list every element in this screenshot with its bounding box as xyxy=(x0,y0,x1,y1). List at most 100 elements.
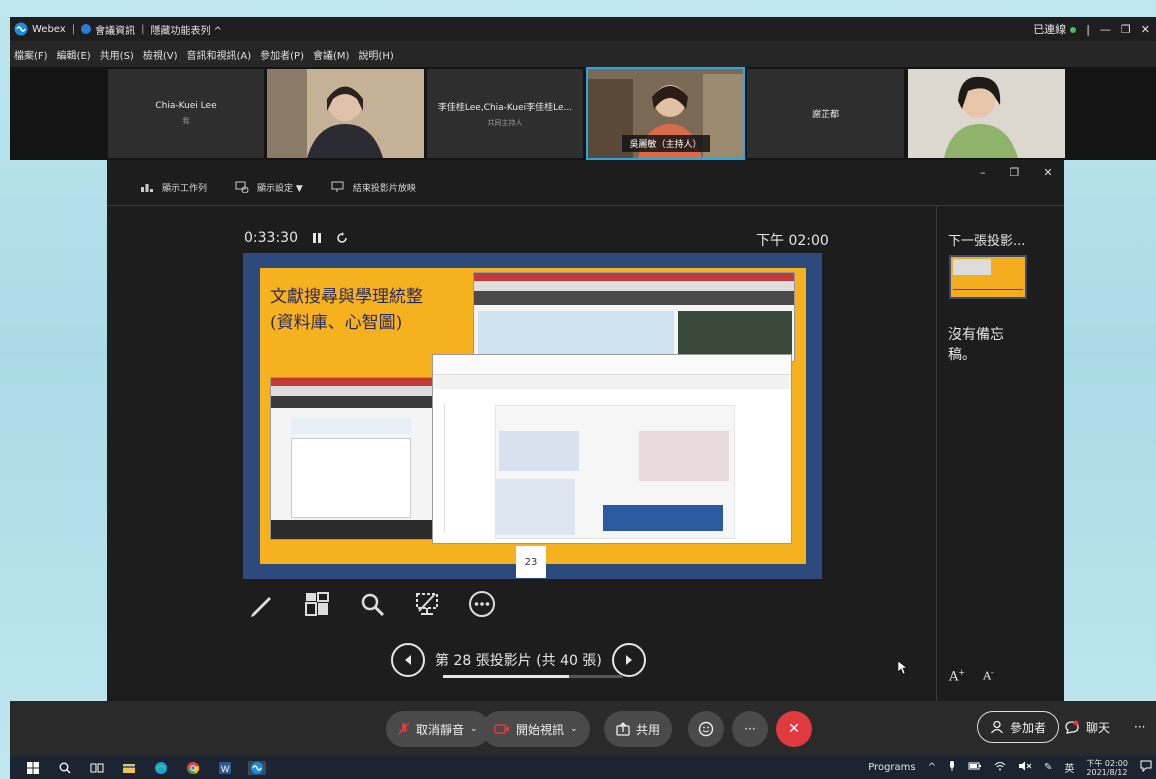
slide-progress-fill xyxy=(443,675,569,678)
more-button[interactable]: ··· xyxy=(732,711,768,747)
presenter-window-controls: – ❐ ✕ xyxy=(980,166,1053,179)
more-options-button[interactable] xyxy=(466,590,498,618)
menu-help[interactable]: 說明(H) xyxy=(358,47,393,62)
current-time: 下午 02:00 xyxy=(756,233,829,249)
microphone-icon[interactable] xyxy=(948,760,956,775)
video-tile-participant-2[interactable] xyxy=(267,69,424,158)
video-off-icon xyxy=(494,724,509,734)
meeting-info-menu[interactable]: 會議資訊 xyxy=(95,22,135,37)
menu-view[interactable]: 檢視(V) xyxy=(143,47,178,62)
pen-workspace-icon[interactable]: ✎ xyxy=(1044,762,1052,773)
end-slideshow-button[interactable]: 結束投影片放映 xyxy=(331,181,416,194)
chevron-down-icon[interactable]: ⌄ xyxy=(570,724,578,734)
battery-icon[interactable] xyxy=(968,761,982,774)
participant-name: 李佳桂Lee,Chia-Kuei李佳桂Le... xyxy=(437,102,573,113)
close-icon: ✕ xyxy=(788,721,800,737)
pause-icon[interactable] xyxy=(312,232,322,244)
black-screen-button[interactable] xyxy=(411,590,443,618)
task-view-icon[interactable] xyxy=(88,761,106,775)
participant-name: 謝芷都 xyxy=(811,110,839,120)
menu-meeting[interactable]: 會議(M) xyxy=(313,47,349,62)
slide-progress-bar xyxy=(443,675,623,678)
next-slide-label: 下一張投影... xyxy=(948,234,1026,249)
notes-font-controls: A+ A- xyxy=(949,668,994,684)
decrease-font-button[interactable]: A- xyxy=(983,668,994,684)
taskbar-clock[interactable]: 下午 02:00 2021/8/12 xyxy=(1086,759,1128,777)
screen-slash-icon xyxy=(416,593,438,615)
programs-toolbar[interactable]: Programs xyxy=(868,762,915,773)
webex-logo-icon xyxy=(14,22,28,36)
chat-button[interactable]: 聊天 xyxy=(1058,711,1116,743)
participant-name: Chia-Kuei Lee xyxy=(155,101,217,111)
presenter-close-button[interactable]: ✕ xyxy=(1043,166,1052,179)
slide-page-number: 23 xyxy=(516,546,546,578)
more-circle-icon xyxy=(469,591,495,617)
share-icon xyxy=(616,722,630,736)
chevron-up-icon[interactable]: ^ xyxy=(928,762,936,773)
file-explorer-icon[interactable] xyxy=(120,761,138,775)
menu-share[interactable]: 共用(S) xyxy=(100,47,134,62)
slide-screenshot-jamboard xyxy=(432,354,792,544)
menu-audio-video[interactable]: 音訊和視訊(A) xyxy=(187,47,252,62)
video-tile-chia-kuei-lee[interactable]: Chia-Kuei Lee 我 xyxy=(108,69,264,158)
smiley-icon xyxy=(698,721,714,737)
elapsed-time: 0:33:30 xyxy=(244,230,298,246)
participants-button[interactable]: 參加者 xyxy=(977,711,1060,743)
slides-grid-icon xyxy=(305,592,329,616)
reset-timer-icon[interactable] xyxy=(336,232,348,244)
leave-meeting-button[interactable]: ✕ xyxy=(776,711,812,747)
video-tile-participant-6[interactable] xyxy=(908,69,1065,158)
volume-muted-icon[interactable] xyxy=(1018,761,1032,774)
more-panels-button[interactable]: ··· xyxy=(1122,711,1152,743)
svg-text:W: W xyxy=(221,764,230,774)
menu-participants[interactable]: 參加者(P) xyxy=(260,47,304,62)
increase-font-button[interactable]: A+ xyxy=(949,668,965,684)
connection-status: 已連線 xyxy=(1033,21,1077,37)
next-slide-button[interactable] xyxy=(611,643,646,677)
chevron-down-icon[interactable]: ⌄ xyxy=(470,724,478,734)
edge-browser-icon[interactable] xyxy=(152,761,170,775)
pen-tool-button[interactable] xyxy=(246,590,278,618)
prev-arrow-icon xyxy=(405,655,411,665)
presenter-restore-button[interactable]: ❐ xyxy=(1010,166,1020,179)
video-tile-host[interactable]: 吳麗敏（主持人） xyxy=(586,67,745,160)
display-settings-button[interactable]: 顯示設定 ▼ xyxy=(235,181,303,194)
start-video-button[interactable]: 開始視訊 ⌄ xyxy=(482,711,590,747)
unmute-button[interactable]: 取消靜音 ⌄ xyxy=(386,711,490,747)
presenter-minimize-button[interactable]: – xyxy=(980,166,986,179)
share-button[interactable]: 共用 xyxy=(604,711,673,747)
menu-bar: 檔案(F) 編輯(E) 共用(S) 檢視(V) 音訊和視訊(A) 參加者(P) … xyxy=(10,41,1156,67)
minimize-button[interactable]: — xyxy=(1100,23,1111,36)
previous-slide-button[interactable] xyxy=(391,643,425,677)
input-method-indicator[interactable]: 英 xyxy=(1064,760,1074,775)
person-video-icon xyxy=(908,69,1065,158)
reactions-button[interactable] xyxy=(688,711,724,747)
hide-menu-bar-button[interactable]: 隱藏功能表列 ^ xyxy=(150,22,222,37)
slide-screenshot-pubmed xyxy=(270,377,434,540)
menu-edit[interactable]: 編輯(E) xyxy=(57,47,91,62)
display-settings-icon xyxy=(235,181,249,193)
chrome-browser-icon[interactable] xyxy=(184,761,202,775)
restore-button[interactable]: ❐ xyxy=(1121,23,1131,36)
host-nameplate: 吳麗敏（主持人） xyxy=(621,135,710,152)
close-window-button[interactable]: ✕ xyxy=(1141,23,1150,36)
wifi-icon[interactable] xyxy=(994,761,1006,774)
video-tile-co-host[interactable]: 李佳桂Lee,Chia-Kuei李佳桂Le... 共同主持人 xyxy=(427,69,583,158)
menu-file[interactable]: 檔案(F) xyxy=(14,47,48,62)
presenter-toolbar: 顯示工作列 顯示設定 ▼ 結束投影片放映 xyxy=(140,175,416,199)
see-all-slides-button[interactable] xyxy=(301,590,333,618)
windows-start-icon[interactable] xyxy=(24,761,42,775)
slide-navigation: 第 28 張投影片 (共 40 張) xyxy=(391,643,646,677)
zoom-button[interactable] xyxy=(356,590,388,618)
search-icon[interactable] xyxy=(56,761,74,775)
notification-center-icon[interactable] xyxy=(1140,760,1152,775)
slide-screenshot-browser xyxy=(473,272,795,362)
chat-bubble-icon xyxy=(1065,720,1079,734)
divider xyxy=(107,205,1064,206)
webex-app-icon[interactable] xyxy=(248,760,266,775)
show-taskbar-button[interactable]: 顯示工作列 xyxy=(140,181,207,194)
word-app-icon[interactable]: W xyxy=(216,761,234,775)
video-tile-participant-5[interactable]: 謝芷都 xyxy=(747,69,904,158)
next-slide-thumbnail[interactable] xyxy=(949,255,1027,299)
video-strip: Chia-Kuei Lee 我 李佳桂Lee,Chia-Kuei李佳桂Le...… xyxy=(10,67,1156,160)
